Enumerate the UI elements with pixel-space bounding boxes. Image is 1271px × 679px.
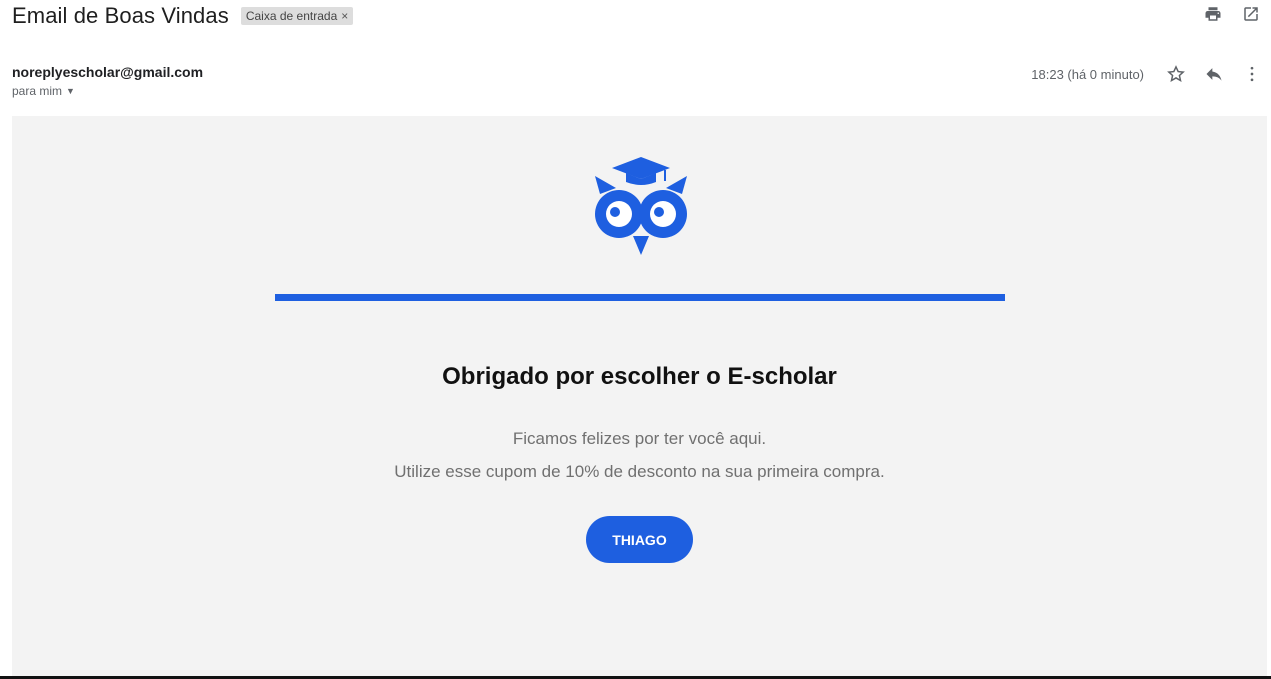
message-time: 18:23 (há 0 minuto): [1031, 66, 1144, 82]
remove-label-icon[interactable]: ×: [341, 9, 348, 23]
coupon-message: Utilize esse cupom de 10% de desconto na…: [394, 462, 885, 481]
top-actions: [1203, 4, 1261, 24]
more-options-icon[interactable]: [1242, 64, 1262, 84]
recipient-line[interactable]: para mim ▼: [12, 84, 1262, 98]
owl-logo-icon: [595, 157, 687, 255]
subject-row: Email de Boas Vindas Caixa de entrada ×: [12, 2, 354, 30]
recipient-text: para mim: [12, 84, 63, 98]
reply-icon[interactable]: [1204, 64, 1224, 84]
inbox-label-text: Caixa de entrada: [245, 9, 338, 23]
message-meta: 18:23 (há 0 minuto): [1031, 64, 1262, 84]
inbox-label-chip[interactable]: Caixa de entrada ×: [240, 7, 354, 25]
email-body: Obrigado por escolher o E-scholar Ficamo…: [12, 116, 1267, 676]
email-subject: Email de Boas Vindas: [12, 3, 229, 28]
welcome-headline: Obrigado por escolher o E-scholar: [442, 363, 837, 390]
star-icon[interactable]: [1166, 64, 1186, 84]
chevron-down-icon[interactable]: ▼: [66, 86, 75, 96]
print-icon[interactable]: [1203, 4, 1223, 24]
welcome-message: Ficamos felizes por ter você aqui.: [512, 429, 767, 448]
message-header: noreplyescholar@gmail.com para mim ▼ 18:…: [12, 64, 1262, 98]
coupon-code-button[interactable]: THIAGO: [586, 516, 693, 563]
header-divider: [275, 294, 1005, 301]
open-in-new-window-icon[interactable]: [1241, 4, 1261, 24]
